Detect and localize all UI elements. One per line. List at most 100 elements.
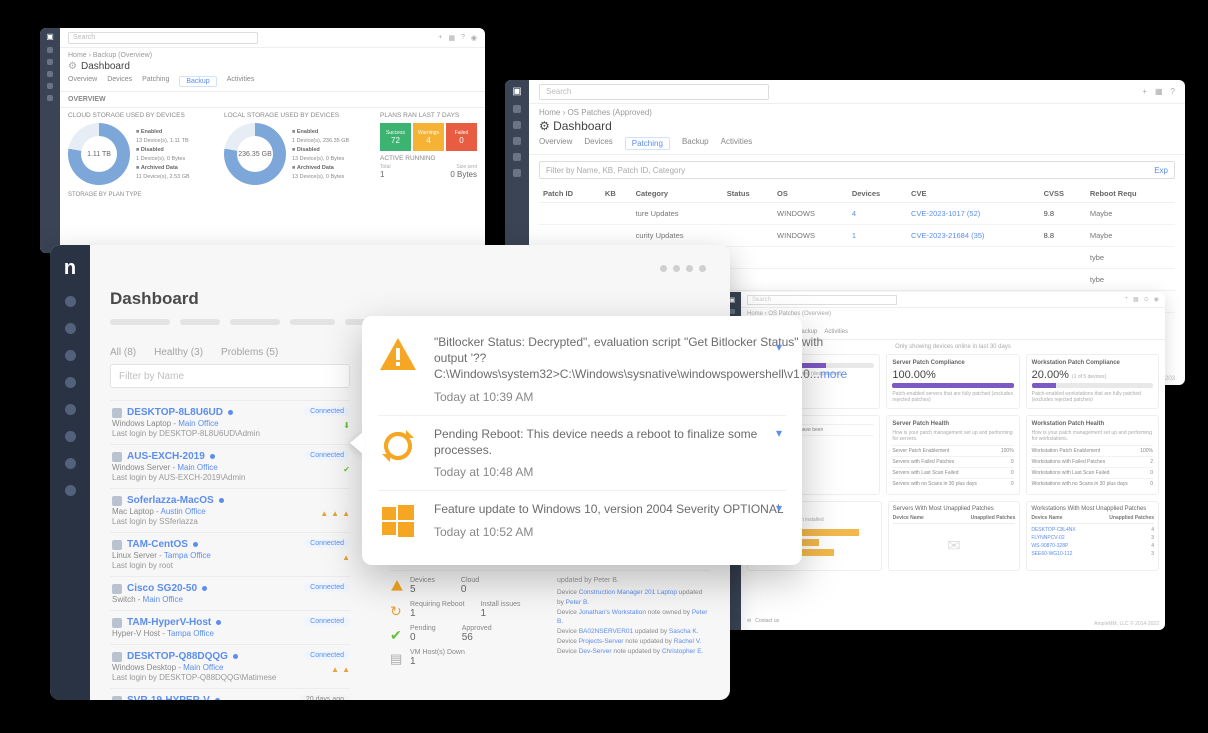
table-row[interactable]: DESKTOP-C8L4NX4 [1031, 526, 1154, 534]
chevron-down-icon[interactable]: ▾ [776, 340, 782, 354]
sidebar-item[interactable] [65, 485, 76, 496]
table-row[interactable]: FLYNNPCV-023 [1031, 534, 1154, 542]
breadcrumb[interactable]: Home › OS Patches (Overview) [741, 308, 1165, 317]
user-icon[interactable]: ◉ [471, 34, 477, 42]
sidebar-item[interactable] [65, 323, 76, 334]
servers-unapplied-card: Servers With Most Unapplied Patches Devi… [888, 501, 1021, 571]
sidebar-item[interactable] [47, 59, 53, 65]
alert-item[interactable]: "Bitlocker Status: Decrypted", evaluatio… [378, 330, 786, 415]
search-input[interactable]: Search [539, 84, 769, 100]
sidebar-item[interactable] [65, 377, 76, 388]
status-badge: Connected [304, 407, 350, 416]
help-icon[interactable]: ? [1171, 87, 1175, 96]
sidebar-item[interactable] [65, 296, 76, 307]
sidebar-item[interactable] [513, 169, 521, 177]
tab-activities[interactable]: Activities [721, 137, 753, 150]
status-badge: Connected [304, 451, 350, 460]
device-row[interactable]: Soferlazza-MacOS Mac Laptop - Austin Off… [110, 488, 350, 532]
sidebar-item[interactable] [513, 121, 521, 129]
device-list: DESKTOP-8L8U6UD Windows Laptop - Main Of… [110, 400, 350, 700]
sidebar-item[interactable] [65, 458, 76, 469]
sidebar-item[interactable] [65, 350, 76, 361]
filter-input[interactable]: Filter by Name, KB, Patch ID, CategoryEx… [539, 161, 1175, 179]
grid-icon[interactable]: ▦ [1133, 296, 1139, 303]
device-row[interactable]: Cisco SG20-50 Switch - Main Office Conne… [110, 576, 350, 610]
grid-icon[interactable]: ▦ [448, 34, 455, 42]
app-logo-icon: ▣ [46, 32, 54, 41]
sidebar-item[interactable] [513, 105, 521, 113]
tab-backup[interactable]: Backup [682, 137, 709, 150]
gear-icon[interactable]: ⚙ [68, 61, 77, 72]
sidebar-item[interactable] [65, 431, 76, 442]
tab-activities[interactable]: Activities [227, 76, 255, 87]
sidebar-item[interactable] [47, 95, 53, 101]
grid-icon[interactable]: ▦ [1155, 87, 1163, 96]
help-icon[interactable]: ? [461, 34, 465, 42]
search-input[interactable]: Search [747, 295, 897, 305]
sidebar-item[interactable] [513, 137, 521, 145]
tab-all[interactable]: All (8) [110, 347, 136, 358]
chevron-down-icon[interactable]: ▾ [776, 501, 782, 515]
device-row[interactable]: DESKTOP-Q88DQQG Windows Desktop - Main O… [110, 644, 350, 688]
activity-line: Device Jonathan's Workstation note owned… [557, 608, 710, 628]
sidebar-item[interactable] [513, 153, 521, 161]
plans-success[interactable]: Success72 [380, 123, 411, 151]
tab-devices[interactable]: Devices [584, 137, 612, 150]
chevron-down-icon[interactable]: ▾ [776, 426, 782, 440]
warning-icon: ▲ [342, 553, 350, 562]
plans-warnings[interactable]: Warnings4 [413, 123, 444, 151]
inbox-empty-icon: ✉ [893, 526, 1016, 566]
sidebar-item[interactable] [730, 309, 735, 314]
status-dot-icon [210, 454, 215, 459]
status-badge: Connected [304, 583, 350, 592]
tab-patching[interactable]: Patching [142, 76, 169, 87]
status-dot-icon [193, 542, 198, 547]
device-row[interactable]: TAM-HyperV-Host Hyper-V Host - Tampa Off… [110, 610, 350, 644]
alert-item[interactable]: Feature update to Windows 10, version 20… [378, 490, 786, 551]
add-icon[interactable]: + [1125, 296, 1129, 303]
contact-us[interactable]: ✉ Contact us [747, 618, 779, 624]
search-input[interactable]: Search [68, 32, 258, 44]
tab-overview[interactable]: Overview [68, 76, 97, 87]
window-controls [660, 265, 706, 272]
add-icon[interactable]: + [1142, 87, 1147, 96]
device-type-icon [112, 584, 122, 594]
plans-failed[interactable]: Failed0 [446, 123, 477, 151]
export-button[interactable]: Exp [1154, 166, 1168, 175]
device-row[interactable]: AUS-EXCH-2019 Windows Server - Main Offi… [110, 444, 350, 488]
topbar-icons: + ▦ ? ◉ [438, 34, 477, 42]
device-type-icon [112, 496, 122, 506]
breadcrumb[interactable]: Home › Backup (Overview) [60, 48, 485, 59]
alert-item[interactable]: Pending Reboot: This device needs a rebo… [378, 415, 786, 491]
status-badge: Connected [304, 617, 350, 626]
help-icon[interactable]: ⊙ [1144, 296, 1149, 303]
tab-healthy[interactable]: Healthy (3) [154, 347, 203, 358]
device-row[interactable]: SVR-19-HYPER-V Hyper-V Host - Main Offic… [110, 688, 350, 700]
page-title: ⚙ Dashboard [529, 117, 1185, 133]
tab-overview[interactable]: Overview [539, 137, 572, 150]
add-icon[interactable]: + [438, 34, 442, 42]
sidebar-item[interactable] [47, 47, 53, 53]
breadcrumb[interactable]: Home › OS Patches (Approved) [529, 104, 1185, 117]
table-row[interactable]: SEE60-WG10-1123 [1031, 550, 1154, 558]
table-row[interactable]: curity UpdatesWINDOWS1CVE-2023-21684 (35… [539, 225, 1175, 247]
user-icon[interactable]: ◉ [1154, 296, 1159, 303]
table-row[interactable]: ture UpdatesWINDOWS4CVE-2023-1017 (52)9.… [539, 203, 1175, 225]
tab-problems[interactable]: Problems (5) [221, 347, 278, 358]
tab-backup[interactable]: Backup [179, 76, 216, 87]
more-link[interactable]: more [820, 367, 847, 381]
tab-devices[interactable]: Devices [107, 76, 132, 87]
sidebar-item[interactable] [47, 71, 53, 77]
warning-icon: ▲ [342, 509, 350, 518]
warning-icon: ▲ [320, 509, 328, 518]
sidebar-item[interactable] [47, 83, 53, 89]
section-header: OVERVIEW [60, 92, 485, 108]
tab-patching[interactable]: Patching [625, 137, 670, 150]
footer-text: AmpleMM, LLC © 2014-2022 [1094, 621, 1159, 627]
sidebar-item[interactable] [65, 404, 76, 415]
device-row[interactable]: DESKTOP-8L8U6UD Windows Laptop - Main Of… [110, 400, 350, 444]
device-row[interactable]: TAM-CentOS Linux Server - Tampa Office L… [110, 532, 350, 576]
warning-icon: ▲ [342, 665, 350, 674]
filter-input[interactable]: Filter by Name [110, 364, 350, 388]
table-row[interactable]: WS-90870-328P4 [1031, 542, 1154, 550]
